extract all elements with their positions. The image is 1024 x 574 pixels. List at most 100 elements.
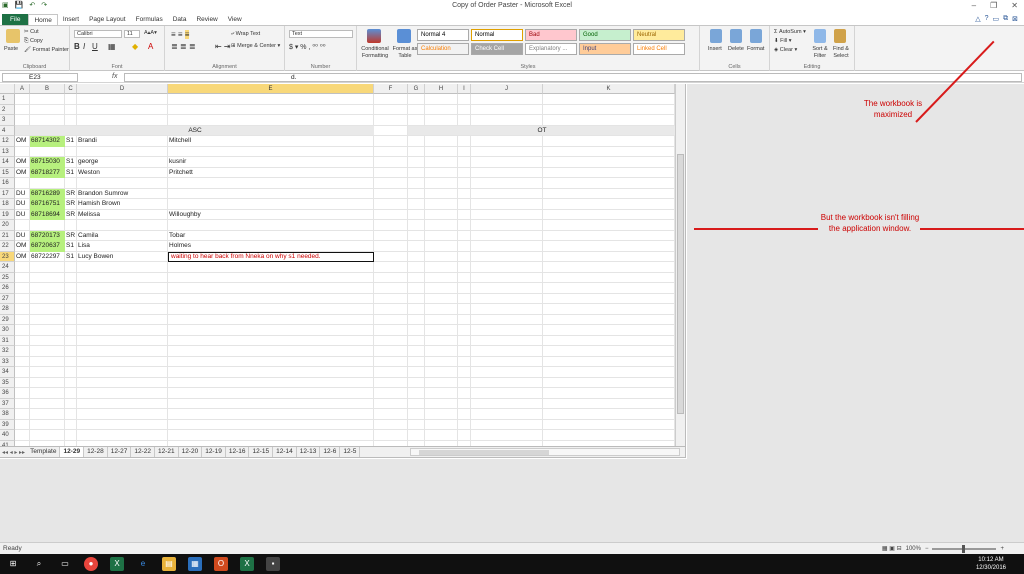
cell-d18[interactable]: Hamish Brown: [77, 199, 168, 210]
sheet-nav-arrows[interactable]: ◂◂ ◂ ▸ ▸▸: [0, 449, 27, 456]
format-painter-button[interactable]: 🖌 Format Painter: [24, 47, 69, 53]
row-header[interactable]: 31: [0, 335, 15, 346]
sheet-tab-12-16[interactable]: 12-16: [226, 447, 250, 457]
cell-b19[interactable]: 68718694: [30, 209, 65, 220]
row-header[interactable]: 16: [0, 178, 15, 189]
sort-filter-icon[interactable]: [814, 29, 826, 43]
zoom-level[interactable]: 100%: [906, 546, 921, 552]
font-size-select[interactable]: 11: [124, 30, 140, 38]
row-header[interactable]: 26: [0, 283, 15, 294]
row-header[interactable]: 14: [0, 157, 15, 168]
cell-c14[interactable]: S1: [65, 157, 77, 168]
fill-button[interactable]: ⬇ Fill ▾: [774, 38, 791, 44]
excel-taskbar-icon[interactable]: X: [110, 557, 124, 571]
cut-button[interactable]: ✂ Cut: [24, 29, 39, 35]
cell-c15[interactable]: S1: [65, 168, 77, 179]
align-top-icon[interactable]: ≡ ≡ ≡: [171, 30, 190, 39]
file-explorer-icon[interactable]: ▤: [162, 557, 176, 571]
task-view-icon[interactable]: ▭: [58, 557, 72, 571]
cell-style-0[interactable]: Normal 4: [417, 29, 469, 41]
row-header[interactable]: 28: [0, 304, 15, 315]
cell-a17[interactable]: DU: [15, 189, 30, 200]
paste-button[interactable]: Paste: [4, 46, 18, 52]
cell-a23[interactable]: OM: [15, 252, 30, 263]
row-header[interactable]: 19: [0, 209, 15, 220]
sort-filter-button[interactable]: Sort & Filter: [810, 46, 830, 60]
column-header-c[interactable]: C: [65, 84, 77, 94]
workbook-minimize-icon[interactable]: ▭: [993, 15, 1000, 23]
row-header[interactable]: 34: [0, 367, 15, 378]
cell-e4[interactable]: ASC: [15, 126, 374, 137]
cell-e21[interactable]: Tobar: [168, 231, 374, 242]
row-header[interactable]: 27: [0, 293, 15, 304]
row-header[interactable]: 22: [0, 241, 15, 252]
formula-input[interactable]: d.: [124, 73, 1022, 82]
row-header[interactable]: 32: [0, 346, 15, 357]
row-header[interactable]: 30: [0, 325, 15, 336]
insert-cells-icon[interactable]: [710, 29, 722, 43]
fill-color-icon[interactable]: ◆: [132, 42, 138, 51]
cell-d19[interactable]: Melissa: [77, 210, 168, 221]
sheet-tab-12-13[interactable]: 12-13: [297, 447, 321, 457]
cell-c19[interactable]: SR: [65, 210, 77, 221]
workbook-restore-icon[interactable]: ⧉: [1003, 15, 1008, 23]
sheet-tab-12-5[interactable]: 12-5: [340, 447, 361, 457]
delete-cells-button[interactable]: Delete: [728, 46, 744, 52]
row-header[interactable]: 4: [0, 125, 15, 136]
cell-e23[interactable]: waiting to hear back from Nneka on why s…: [168, 251, 374, 262]
minimize-icon[interactable]: –: [972, 1, 976, 10]
row-header[interactable]: 40: [0, 430, 15, 441]
column-header-d[interactable]: D: [77, 84, 168, 94]
cell-b12[interactable]: 68714302: [30, 136, 65, 147]
font-name-select[interactable]: Calibri: [74, 30, 122, 38]
row-header[interactable]: 17: [0, 188, 15, 199]
cell-style-9[interactable]: Linked Cell: [633, 43, 685, 55]
row-header[interactable]: 1: [0, 94, 15, 105]
cell-style-6[interactable]: Check Cell: [471, 43, 523, 55]
sheet-tab-12-27[interactable]: 12-27: [108, 447, 132, 457]
column-header-f[interactable]: F: [374, 84, 408, 94]
tab-formulas[interactable]: Formulas: [131, 14, 168, 25]
copy-button[interactable]: ⎘ Copy: [24, 38, 43, 45]
bold-button[interactable]: B: [74, 42, 80, 51]
column-header-i[interactable]: I: [458, 84, 471, 94]
cell-a14[interactable]: OM: [15, 157, 30, 168]
row-header[interactable]: 25: [0, 272, 15, 283]
row-header[interactable]: 3: [0, 115, 15, 126]
cell-a22[interactable]: OM: [15, 241, 30, 252]
cell-style-3[interactable]: Good: [579, 29, 631, 41]
cell-d17[interactable]: Brandon Sumrow: [77, 189, 168, 200]
row-header[interactable]: 21: [0, 230, 15, 241]
clear-button[interactable]: ◈ Clear ▾: [774, 47, 797, 53]
row-header[interactable]: 18: [0, 199, 15, 210]
cell-d12[interactable]: Brandi: [77, 136, 168, 147]
sheet-tab-12-19[interactable]: 12-19: [202, 447, 226, 457]
cell-b23[interactable]: 68722297: [30, 252, 65, 263]
format-cells-button[interactable]: Format: [747, 46, 764, 52]
column-header-h[interactable]: H: [425, 84, 458, 94]
sheet-tab-template[interactable]: Template: [27, 447, 61, 457]
conditional-formatting-button[interactable]: Conditional Formatting: [359, 46, 391, 60]
italic-button[interactable]: I: [83, 42, 85, 51]
cell-style-8[interactable]: Input: [579, 43, 631, 55]
view-buttons[interactable]: ▦ ▣ ⊟: [882, 545, 902, 552]
horizontal-scroll-thumb[interactable]: [419, 450, 549, 455]
wrap-text-button[interactable]: ⤶ Wrap Text: [231, 31, 260, 38]
font-color-icon[interactable]: A: [148, 42, 153, 51]
cell-e22[interactable]: Holmes: [168, 241, 374, 252]
horizontal-scrollbar[interactable]: [410, 448, 680, 456]
outlook-icon[interactable]: O: [214, 557, 228, 571]
sheet-tab-12-6[interactable]: 12-6: [320, 447, 341, 457]
zoom-out-icon[interactable]: −: [925, 546, 929, 552]
row-header[interactable]: 15: [0, 167, 15, 178]
close-icon[interactable]: ✕: [1011, 1, 1018, 10]
sheet-tab-12-21[interactable]: 12-21: [155, 447, 179, 457]
cell-b15[interactable]: 68718277: [30, 167, 65, 178]
cell-e14[interactable]: kusnir: [168, 157, 374, 168]
conditional-formatting-icon[interactable]: [367, 29, 381, 43]
edge-icon[interactable]: e: [136, 557, 150, 571]
tab-page-layout[interactable]: Page Layout: [84, 14, 131, 25]
cell-a15[interactable]: OM: [15, 168, 30, 179]
format-cells-icon[interactable]: [750, 29, 762, 43]
row-header[interactable]: 2: [0, 104, 15, 115]
